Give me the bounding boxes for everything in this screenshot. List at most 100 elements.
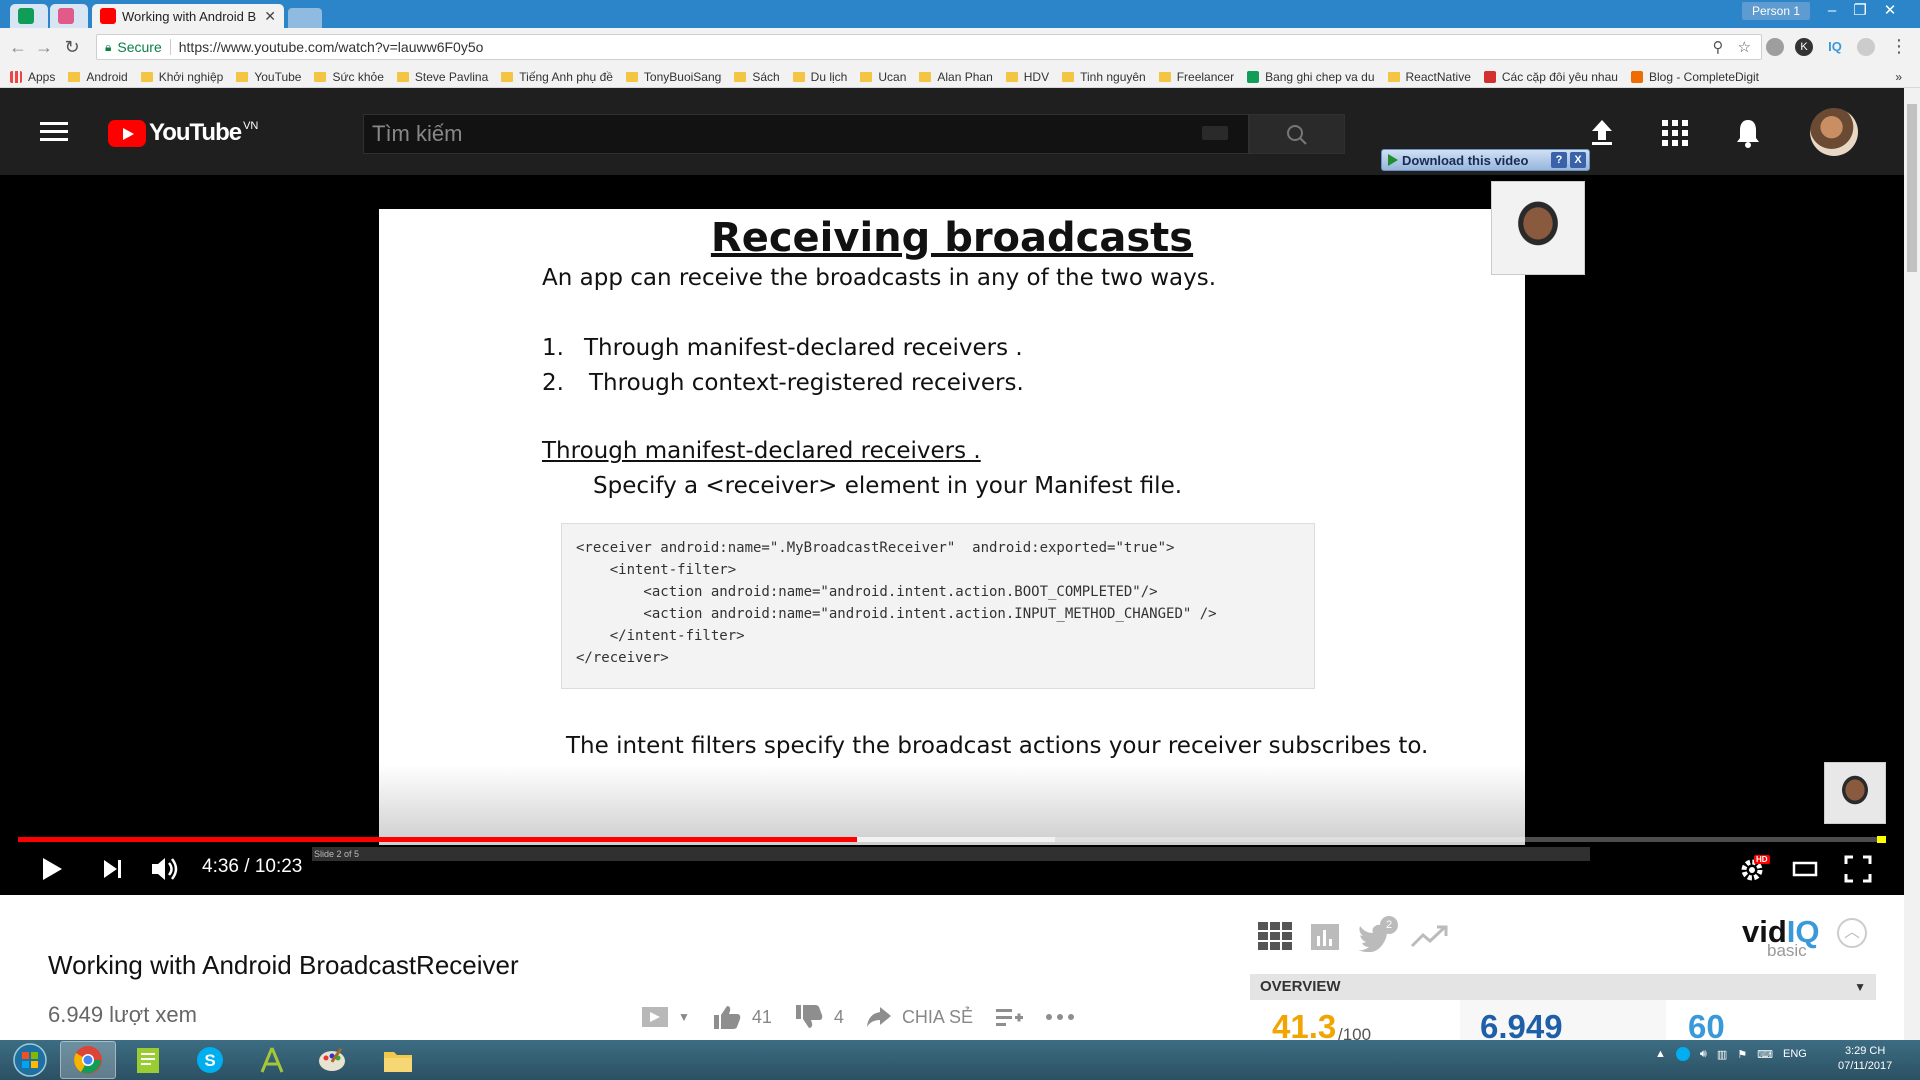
- keyboard-icon[interactable]: [1202, 126, 1228, 140]
- theater-mode-button[interactable]: [1792, 860, 1818, 883]
- fullscreen-button[interactable]: [1844, 855, 1872, 888]
- bookmark-item[interactable]: Steve Pavlina: [396, 70, 488, 84]
- taskbar-paint[interactable]: [304, 1041, 360, 1079]
- code-line: </receiver>: [576, 650, 669, 666]
- taskbar-android-studio[interactable]: [244, 1041, 300, 1079]
- stats-chart-icon[interactable]: [1310, 922, 1340, 957]
- show-hidden-icons-icon[interactable]: ▲: [1655, 1048, 1666, 1060]
- input-tray-icon[interactable]: ⌨: [1757, 1048, 1773, 1061]
- search-button[interactable]: [1249, 114, 1345, 154]
- bookmark-item[interactable]: Apps: [10, 70, 55, 84]
- bookmark-item[interactable]: Freelancer: [1158, 70, 1234, 84]
- share-button[interactable]: CHIA SẺ: [866, 1005, 973, 1029]
- volume-tray-icon[interactable]: 🔊︎: [1700, 1048, 1707, 1061]
- bookmark-label: ReactNative: [1405, 69, 1471, 84]
- help-icon[interactable]: ?: [1551, 152, 1567, 168]
- next-button[interactable]: [102, 858, 124, 885]
- settings-button[interactable]: HD: [1738, 854, 1772, 889]
- bookmark-item[interactable]: TonyBuoiSang: [625, 69, 722, 84]
- presenter-watermark[interactable]: [1824, 762, 1886, 824]
- like-button[interactable]: 41: [712, 1003, 772, 1031]
- search-input[interactable]: Tìm kiếm: [363, 114, 1249, 154]
- vidiq-extension-icon[interactable]: IQ: [1826, 38, 1844, 56]
- grid-view-icon[interactable]: [1258, 922, 1292, 957]
- back-icon[interactable]: ←: [6, 37, 30, 57]
- k-extension-icon[interactable]: K: [1795, 38, 1813, 56]
- menu-kebab-icon[interactable]: ⋮: [1890, 36, 1908, 57]
- minimize-icon[interactable]: –: [1818, 0, 1846, 22]
- dropdown-caret-icon[interactable]: ▼: [678, 1010, 690, 1024]
- language-indicator[interactable]: ENG: [1783, 1048, 1807, 1060]
- trending-icon[interactable]: [1410, 922, 1450, 957]
- folder-icon: [396, 71, 409, 82]
- windows-start-button[interactable]: [2, 1041, 58, 1079]
- bookmark-item[interactable]: Sách: [734, 69, 780, 84]
- bookmark-item[interactable]: Tinh nguyên: [1062, 70, 1146, 84]
- reload-icon[interactable]: ↻: [60, 37, 84, 57]
- zoom-icon[interactable]: ⚲: [1713, 38, 1724, 56]
- bookmark-item[interactable]: Khởi nghiệp: [140, 70, 223, 84]
- bookmark-item[interactable]: Bang ghi chep va du: [1247, 70, 1375, 84]
- upload-icon[interactable]: [1590, 118, 1614, 151]
- restore-icon[interactable]: ❐: [1846, 0, 1874, 22]
- address-bar[interactable]: 🔒︎ Secure https://www.youtube.com/watch?…: [96, 34, 1762, 60]
- close-icon[interactable]: X: [1570, 152, 1586, 168]
- close-tab-icon[interactable]: ✕: [264, 8, 276, 25]
- bookmark-item[interactable]: Android: [68, 70, 128, 84]
- sheets-icon: [1247, 70, 1260, 83]
- download-video-button[interactable]: Download this video ? X: [1381, 149, 1590, 171]
- tab-youtube[interactable]: Working with Android B ✕: [92, 4, 284, 28]
- time-display: 4:36 / 10:23: [202, 856, 303, 877]
- bookmark-item[interactable]: ReactNative: [1387, 69, 1471, 84]
- dislike-button[interactable]: 4: [794, 1003, 844, 1031]
- bookmark-item[interactable]: HDV: [1005, 70, 1049, 84]
- bookmark-item[interactable]: Alan Phan: [919, 70, 993, 84]
- collapse-chevron-up-icon[interactable]: ︿: [1837, 918, 1867, 948]
- bookmark-item[interactable]: Du lịch: [792, 70, 847, 84]
- overview-header[interactable]: OVERVIEW ▼: [1250, 974, 1876, 1000]
- bookmark-item[interactable]: YouTube: [236, 70, 301, 84]
- twitter-icon[interactable]: 2: [1358, 916, 1398, 957]
- system-clock[interactable]: 3:29 CH 07/11/2017: [1838, 1044, 1892, 1074]
- divider: [169, 39, 171, 55]
- taskbar-notepad[interactable]: [120, 1041, 176, 1079]
- tab-sheets[interactable]: [10, 4, 48, 28]
- bookmark-item[interactable]: Sức khỏe: [314, 70, 384, 84]
- bookmark-item[interactable]: Blog - CompleteDigit: [1630, 70, 1759, 84]
- bookmark-star-icon[interactable]: ☆: [1738, 38, 1751, 56]
- apps-grid-icon[interactable]: [1662, 120, 1688, 151]
- bookmark-label: TonyBuoiSang: [643, 69, 722, 84]
- menu-icon[interactable]: [40, 122, 68, 142]
- network-tray-icon[interactable]: ▥: [1717, 1048, 1727, 1061]
- notifications-bell-icon[interactable]: [1735, 118, 1761, 153]
- taskbar-skype[interactable]: S: [182, 1041, 238, 1079]
- taskbar-chrome[interactable]: [60, 1041, 116, 1079]
- more-actions-button[interactable]: [1045, 1012, 1075, 1022]
- share-label: CHIA SẺ: [901, 1006, 973, 1027]
- flag-tray-icon[interactable]: ⚑: [1737, 1048, 1747, 1061]
- tab-ex[interactable]: [50, 4, 88, 28]
- playlist-tool-button[interactable]: [640, 1003, 670, 1031]
- bookmark-item[interactable]: Ucan: [860, 70, 906, 84]
- forward-icon[interactable]: →: [32, 37, 56, 57]
- taskbar-file-explorer[interactable]: [370, 1041, 426, 1079]
- skype-tray-icon[interactable]: [1675, 1047, 1690, 1061]
- folder-icon: [792, 71, 805, 82]
- bookmarks-overflow-button[interactable]: »: [1895, 70, 1902, 84]
- bookmark-item[interactable]: Các cặp đôi yêu nhau: [1483, 70, 1618, 84]
- chevron-down-icon: ▼: [1854, 980, 1866, 994]
- volume-button[interactable]: [150, 855, 182, 888]
- url-text[interactable]: https://www.youtube.com/watch?v=lauww6F0…: [179, 39, 484, 55]
- bookmark-label: Sách: [752, 69, 780, 84]
- youtube-logo[interactable]: YouTube VN: [108, 118, 258, 148]
- scrollbar-thumb[interactable]: [1907, 104, 1917, 272]
- play-button[interactable]: [40, 856, 64, 887]
- new-tab-button[interactable]: [288, 8, 322, 28]
- avatar[interactable]: [1810, 108, 1858, 156]
- extension-icon[interactable]: [1857, 38, 1875, 56]
- extension-icon[interactable]: [1766, 38, 1784, 56]
- close-window-icon[interactable]: ✕: [1876, 0, 1904, 22]
- save-to-playlist-button[interactable]: [995, 1006, 1023, 1028]
- bookmark-item[interactable]: Tiếng Anh phụ đề: [501, 70, 613, 84]
- profile-button[interactable]: Person 1: [1741, 2, 1810, 20]
